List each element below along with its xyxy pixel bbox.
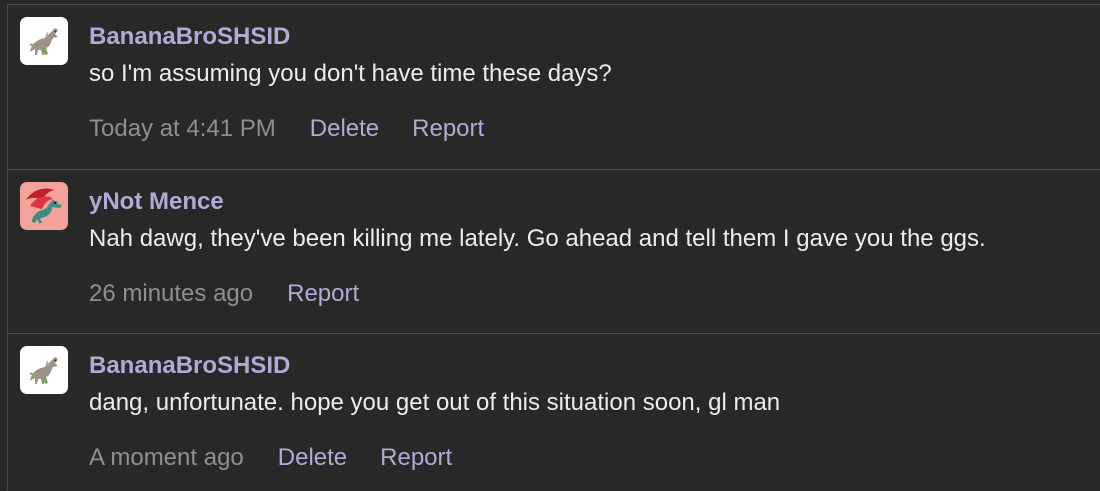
dragon-avatar-icon[interactable] (20, 182, 68, 230)
delete-button[interactable]: Delete (278, 444, 347, 472)
message-meta: 26 minutes ago Report (89, 280, 392, 308)
message-text: dang, unfortunate. hope you get out of t… (89, 389, 781, 416)
message-text: so I'm assuming you don't have time thes… (89, 60, 612, 87)
message-thread: BananaBroSHSID so I'm assuming you don't… (7, 4, 1100, 490)
delete-button[interactable]: Delete (310, 115, 379, 143)
author-name[interactable]: yNot Mence (89, 188, 224, 216)
author-name[interactable]: BananaBroSHSID (89, 23, 290, 51)
report-button[interactable]: Report (380, 444, 452, 472)
report-button[interactable]: Report (412, 115, 484, 143)
message-meta: A moment ago Delete Report (89, 444, 485, 472)
timestamp: 26 minutes ago (89, 280, 254, 307)
message-item: yNot Mence Nah dawg, they've been killin… (8, 170, 1100, 334)
author-name[interactable]: BananaBroSHSID (89, 352, 290, 380)
message-meta: Today at 4:41 PM Delete Report (89, 115, 517, 143)
dinosaur-avatar-icon[interactable] (20, 346, 68, 394)
report-button[interactable]: Report (287, 280, 359, 308)
message-item: BananaBroSHSID so I'm assuming you don't… (8, 5, 1100, 170)
timestamp: A moment ago (89, 444, 244, 471)
message-item: BananaBroSHSID dang, unfortunate. hope y… (8, 334, 1100, 491)
message-text: Nah dawg, they've been killing me lately… (89, 225, 986, 252)
dinosaur-avatar-icon[interactable] (20, 17, 68, 65)
timestamp: Today at 4:41 PM (89, 115, 276, 142)
